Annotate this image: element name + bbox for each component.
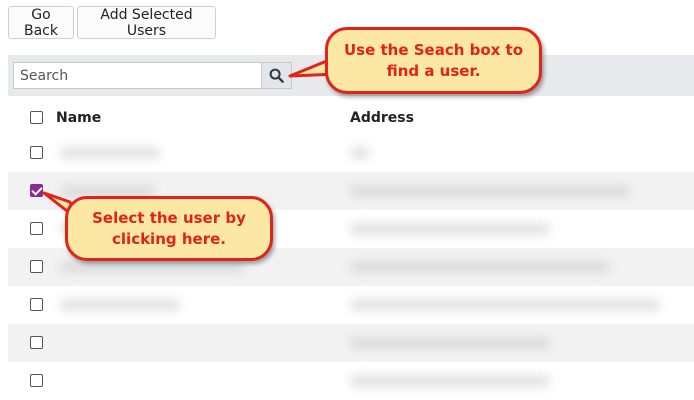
select-tip-text: Select the user by clicking here. — [92, 208, 246, 248]
blurred-address — [350, 261, 610, 273]
row-checkbox[interactable] — [30, 260, 43, 273]
row-checkbox[interactable] — [30, 374, 43, 387]
row-checkbox[interactable] — [30, 222, 43, 235]
blurred-address — [350, 147, 370, 159]
search-button[interactable] — [261, 62, 292, 89]
blurred-name — [60, 299, 180, 311]
column-header-address: Address — [350, 110, 414, 126]
blurred-address — [350, 375, 550, 387]
search-tip-text: Use the Seach box to find a user. — [343, 40, 524, 80]
column-header-name: Name — [56, 110, 102, 126]
select-tip-callout: Select the user by clicking here. — [65, 196, 273, 261]
blurred-address — [350, 223, 550, 235]
blurred-address — [350, 185, 630, 197]
select-all-checkbox[interactable] — [30, 111, 43, 124]
table-row[interactable] — [8, 286, 694, 324]
search-input[interactable] — [13, 62, 261, 89]
row-checkbox[interactable] — [30, 146, 43, 159]
table-row[interactable] — [8, 134, 694, 172]
table-row[interactable] — [8, 362, 694, 400]
table-header: Name Address — [8, 99, 694, 137]
blurred-address — [350, 337, 550, 349]
add-selected-users-button[interactable]: Add Selected Users — [77, 6, 216, 39]
table-row[interactable] — [8, 324, 694, 362]
blurred-address — [350, 299, 660, 311]
search-icon — [269, 68, 284, 83]
go-back-button[interactable]: Go Back — [8, 6, 74, 39]
row-checkbox[interactable] — [30, 336, 43, 349]
blurred-name — [60, 147, 160, 159]
row-checkbox[interactable] — [30, 184, 43, 197]
row-checkbox[interactable] — [30, 298, 43, 311]
search-tip-callout: Use the Seach box to find a user. — [325, 27, 542, 94]
blurred-name — [60, 261, 245, 273]
